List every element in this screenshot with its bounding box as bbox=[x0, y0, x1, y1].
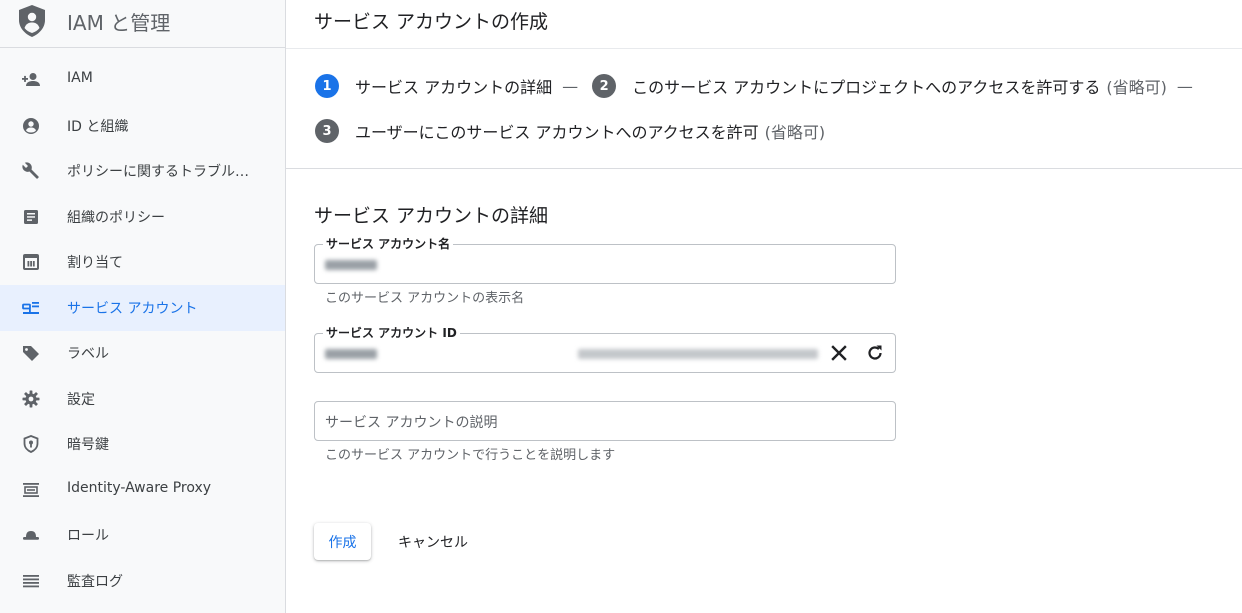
shield-key-icon bbox=[23, 435, 39, 453]
step-1[interactable]: 1 サービス アカウントの詳細 — 2 このサービス アカウントにプロジェクトへ… bbox=[315, 74, 1193, 98]
stepper: 1 サービス アカウントの詳細 — 2 このサービス アカウントにプロジェクトへ… bbox=[286, 48, 1242, 169]
field-label: サービス アカウント ID bbox=[323, 324, 460, 341]
step-3[interactable]: 3 ユーザーにこのサービス アカウントへのアクセスを許可 (省略可) bbox=[315, 119, 825, 143]
redacted-value bbox=[325, 349, 377, 359]
field-hint: このサービス アカウントの表示名 bbox=[325, 291, 525, 306]
sidebar-item-org-policies[interactable]: 組織のポリシー bbox=[0, 194, 285, 240]
sidebar-item-roles[interactable]: ロール bbox=[0, 512, 285, 558]
sidebar-item-iam[interactable]: IAM bbox=[0, 57, 285, 103]
wrench-icon bbox=[22, 162, 39, 179]
main-content: サービス アカウントの作成 1 サービス アカウントの詳細 — 2 このサービス… bbox=[286, 0, 1242, 613]
service-account-icon bbox=[22, 302, 39, 314]
create-button[interactable]: 作成 bbox=[314, 523, 371, 560]
sidebar-item-label: 暗号鍵 bbox=[67, 437, 109, 453]
service-account-description-field[interactable]: サービス アカウントの説明 bbox=[314, 401, 896, 441]
step-label: ユーザーにこのサービス アカウントへのアクセスを許可 bbox=[355, 123, 759, 142]
close-icon[interactable] bbox=[829, 343, 849, 363]
sidebar-item-label: Identity-Aware Proxy bbox=[67, 480, 212, 496]
refresh-icon[interactable] bbox=[865, 343, 885, 363]
service-account-id-field[interactable]: サービス アカウント ID bbox=[314, 324, 896, 373]
sidebar-item-service-accounts[interactable]: サービス アカウント bbox=[0, 285, 285, 331]
sidebar-item-label: ラベル bbox=[67, 346, 109, 362]
section-title: サービス アカウントの詳細 bbox=[314, 205, 549, 227]
step-optional: (省略可) bbox=[764, 123, 826, 142]
redacted-value bbox=[325, 260, 377, 270]
step-optional: (省略可) bbox=[1106, 78, 1167, 97]
sidebar: IAM と管理 IAM ID と組織 ポリシーに関するトラブル… 組織のポリシー… bbox=[0, 0, 286, 613]
step-number: 2 bbox=[592, 74, 617, 98]
sidebar-item-label: 組織のポリシー bbox=[67, 210, 165, 226]
sidebar-item-label: ロール bbox=[67, 528, 109, 544]
sidebar-item-label: サービス アカウント bbox=[67, 301, 198, 317]
sidebar-item-label: 割り当て bbox=[67, 255, 123, 271]
sidebar-item-policy-troubleshooter[interactable]: ポリシーに関するトラブル… bbox=[0, 148, 285, 194]
page-title: サービス アカウントの作成 bbox=[314, 11, 549, 33]
redacted-email-suffix bbox=[578, 349, 818, 359]
step-separator: — bbox=[562, 76, 579, 96]
gear-icon bbox=[22, 390, 40, 408]
document-list-icon bbox=[24, 210, 38, 224]
field-label: サービス アカウント名 bbox=[323, 235, 454, 252]
label-tag-icon bbox=[23, 346, 39, 361]
sidebar-item-label: ID と組織 bbox=[67, 119, 129, 135]
sidebar-item-quotas[interactable]: 割り当て bbox=[0, 239, 285, 285]
sidebar-item-id-org[interactable]: ID と組織 bbox=[0, 103, 285, 149]
step-number: 1 bbox=[315, 74, 339, 98]
app-title: IAM と管理 bbox=[67, 11, 171, 35]
sidebar-item-label: IAM bbox=[67, 70, 93, 86]
sidebar-item-label: 設定 bbox=[67, 392, 95, 408]
sidebar-item-audit-logs[interactable]: 監査ログ bbox=[0, 558, 285, 604]
step-separator: — bbox=[1176, 76, 1193, 96]
sidebar-item-crypto-keys[interactable]: 暗号鍵 bbox=[0, 421, 285, 467]
sidebar-item-label: ポリシーに関するトラブル… bbox=[67, 164, 249, 180]
description-placeholder: サービス アカウントの説明 bbox=[325, 415, 498, 431]
step-label: このサービス アカウントにプロジェクトへのアクセスを許可する bbox=[632, 78, 1101, 97]
iam-shield-logo-icon bbox=[19, 5, 45, 37]
account-circle-icon bbox=[23, 118, 39, 134]
sidebar-header: IAM と管理 bbox=[0, 0, 285, 48]
step-number: 3 bbox=[315, 119, 339, 143]
sidebar-item-identity-aware-proxy[interactable]: Identity-Aware Proxy bbox=[0, 467, 285, 513]
service-account-name-field[interactable]: サービス アカウント名 bbox=[314, 235, 896, 284]
list-lines-icon bbox=[23, 575, 39, 588]
field-hint: このサービス アカウントで行うことを説明します bbox=[325, 448, 616, 463]
cancel-button[interactable]: キャンセル bbox=[389, 523, 477, 560]
hat-icon bbox=[23, 531, 39, 540]
sidebar-item-labels[interactable]: ラベル bbox=[0, 330, 285, 376]
sidebar-item-settings[interactable]: 設定 bbox=[0, 376, 285, 422]
quota-icon bbox=[23, 254, 39, 270]
sidebar-item-label: 監査ログ bbox=[67, 574, 123, 590]
proxy-icon bbox=[23, 483, 39, 497]
step-label: サービス アカウントの詳細 bbox=[355, 78, 553, 97]
person-add-icon bbox=[22, 73, 40, 86]
